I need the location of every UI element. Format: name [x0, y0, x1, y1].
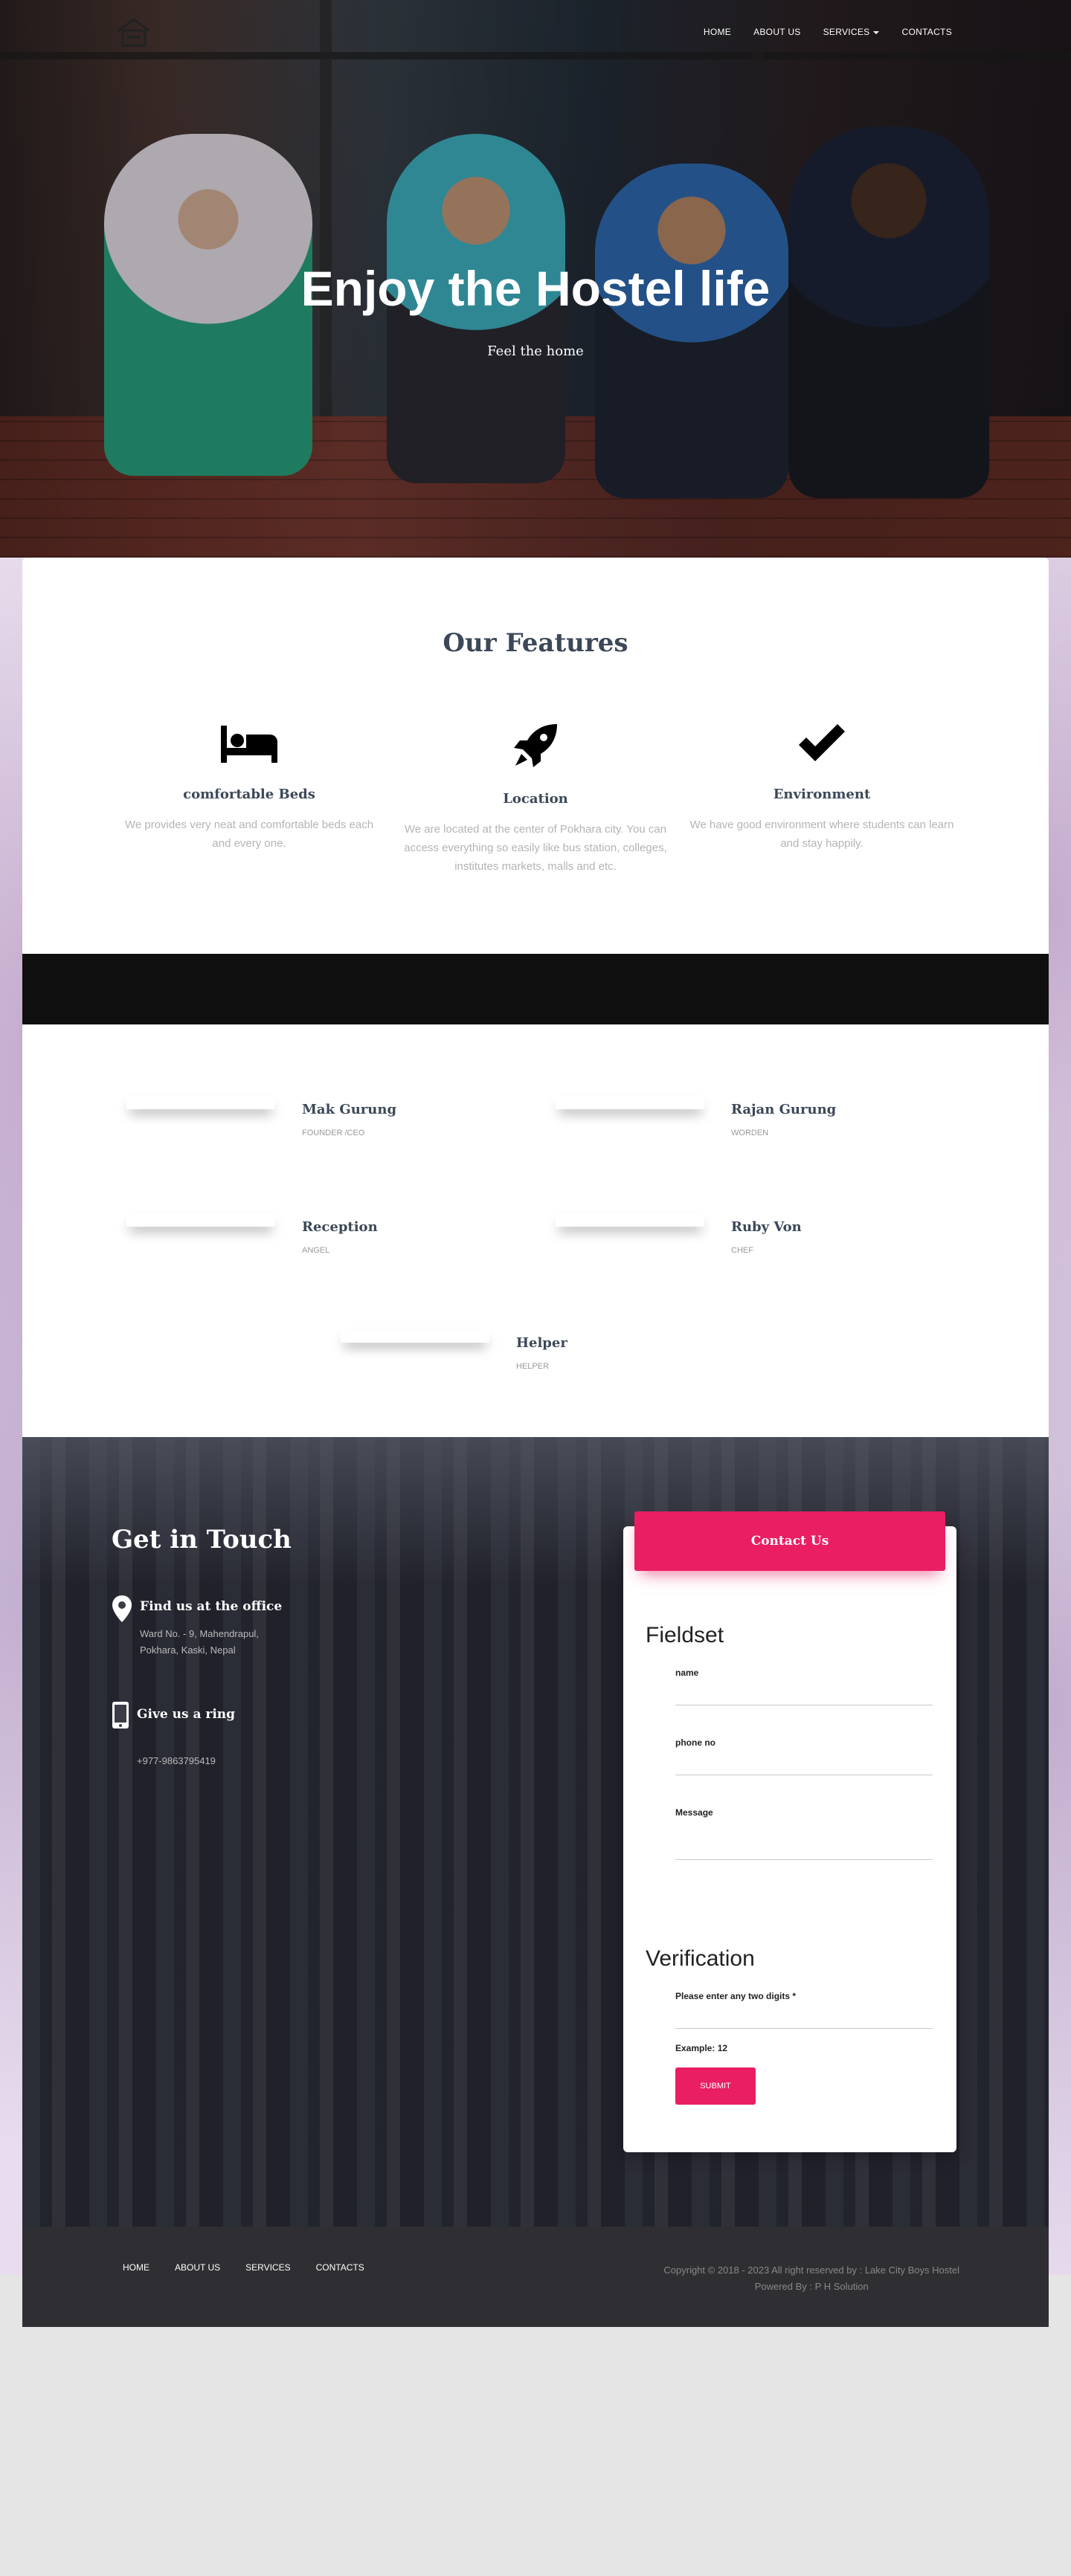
footer-links: HOME ABOUT US SERVICES CONTACTS: [123, 2262, 364, 2273]
footer-services[interactable]: SERVICES: [245, 2262, 290, 2273]
features-section: Our Features comfortable Beds We provide…: [22, 558, 1049, 954]
verify-input[interactable]: [675, 2028, 933, 2029]
verify-field[interactable]: Please enter any two digits *: [675, 1991, 933, 2029]
caret-down-icon: [873, 30, 880, 34]
dark-band: [22, 954, 1049, 1024]
hero-subtitle: Feel the home: [487, 343, 584, 359]
form-header: Contact Us: [634, 1511, 945, 1571]
hero-section: HOME ABOUT US SERVICES CONTACTS Enjoy th…: [0, 0, 1071, 558]
team-section: Mak Gurung FOUNDER /CEO Rajan Gurung WOR…: [22, 1024, 1049, 1437]
powered-by: Powered By : P H Solution: [754, 2281, 869, 2292]
member-role: WORDEN: [731, 1129, 769, 1137]
message-label: Message: [675, 1807, 713, 1818]
phone-field[interactable]: phone no: [675, 1737, 933, 1775]
office-address: Ward No. - 9, Mahendrapul, Pokhara, Kask…: [140, 1628, 259, 1656]
name-field[interactable]: name: [675, 1668, 933, 1705]
footer-contacts[interactable]: CONTACTS: [316, 2262, 364, 2273]
member-photo: [556, 1096, 704, 1109]
feature-environment: Environment We have good environment whe…: [688, 721, 956, 853]
feature-text: We have good environment where students …: [689, 819, 954, 850]
copyright: Copyright © 2018 - 2023 All right reserv…: [663, 2262, 959, 2295]
bed-icon: [221, 726, 277, 763]
member-name: Reception: [302, 1219, 378, 1235]
feature-text: We provides very neat and comfortable be…: [124, 819, 374, 850]
fieldset-legend: Fieldset: [646, 1623, 724, 1647]
features-title: Our Features: [443, 628, 628, 658]
feature-text: We are located at the center of Pokhara …: [404, 823, 667, 873]
house-logo-icon[interactable]: [115, 16, 152, 49]
feature-location: Location We are located at the center of…: [402, 721, 669, 876]
message-field[interactable]: Message: [675, 1807, 933, 1860]
member-role: CHEF: [731, 1246, 753, 1255]
contact-form-card: Contact Us Fieldset name phone no Messag…: [623, 1511, 956, 2152]
phone-number: +977-9863795419: [137, 1755, 216, 1766]
message-textarea[interactable]: [675, 1859, 933, 1860]
member-photo: [341, 1329, 489, 1343]
nav-home[interactable]: HOME: [704, 27, 731, 37]
nav-services-label: SERVICES: [823, 27, 870, 37]
nav-about-us[interactable]: ABOUT US: [753, 27, 801, 37]
member-photo: [556, 1213, 704, 1227]
phone-label: phone no: [675, 1737, 715, 1748]
office-title: Find us at the office: [140, 1599, 283, 1614]
footer: HOME ABOUT US SERVICES CONTACTS Copyrigh…: [22, 2227, 1049, 2327]
nav-services[interactable]: SERVICES: [823, 27, 880, 37]
member-name: Ruby Von: [731, 1219, 802, 1235]
verify-example: Example: 12: [675, 2043, 728, 2053]
contact-title: Get in Touch: [112, 1525, 292, 1555]
member-name: Helper: [516, 1335, 567, 1351]
member-photo: [126, 1096, 275, 1109]
nav-contacts[interactable]: CONTACTS: [901, 27, 952, 37]
phone-info: Give us a ring +977-9863795419: [112, 1701, 235, 1766]
phone-icon: [112, 1702, 129, 1728]
submit-button[interactable]: SUBMIT: [675, 2067, 756, 2105]
feature-title: Environment: [773, 787, 871, 802]
member-name: Mak Gurung: [302, 1102, 397, 1117]
copyright-text: Copyright © 2018 - 2023 All right reserv…: [663, 2265, 959, 2276]
contact-section: Get in Touch Find us at the office Ward …: [22, 1437, 1049, 2227]
office-info: Find us at the office Ward No. - 9, Mahe…: [112, 1595, 282, 1656]
rocket-icon: [514, 724, 557, 767]
name-label: name: [675, 1668, 699, 1678]
navbar: HOME ABOUT US SERVICES CONTACTS: [0, 0, 1071, 67]
check-icon: [799, 724, 845, 761]
map-pin-icon: [112, 1595, 132, 1622]
hero-title: Enjoy the Hostel life: [300, 261, 771, 316]
member-role: FOUNDER /CEO: [302, 1129, 365, 1137]
member-photo: [126, 1213, 275, 1227]
footer-home[interactable]: HOME: [123, 2262, 149, 2273]
footer-about-us[interactable]: ABOUT US: [175, 2262, 220, 2273]
verify-label: Please enter any two digits *: [675, 1991, 797, 2001]
verification-legend: Verification: [646, 1946, 755, 1971]
feature-title: Location: [503, 791, 568, 807]
member-name: Rajan Gurung: [731, 1102, 837, 1117]
ring-title: Give us a ring: [137, 1707, 236, 1722]
member-role: HELPER: [516, 1362, 550, 1371]
nav-links: HOME ABOUT US SERVICES CONTACTS: [704, 27, 952, 37]
feature-title: comfortable Beds: [183, 787, 315, 802]
member-role: ANGEL: [302, 1246, 330, 1255]
feature-beds: comfortable Beds We provides very neat a…: [115, 721, 383, 853]
